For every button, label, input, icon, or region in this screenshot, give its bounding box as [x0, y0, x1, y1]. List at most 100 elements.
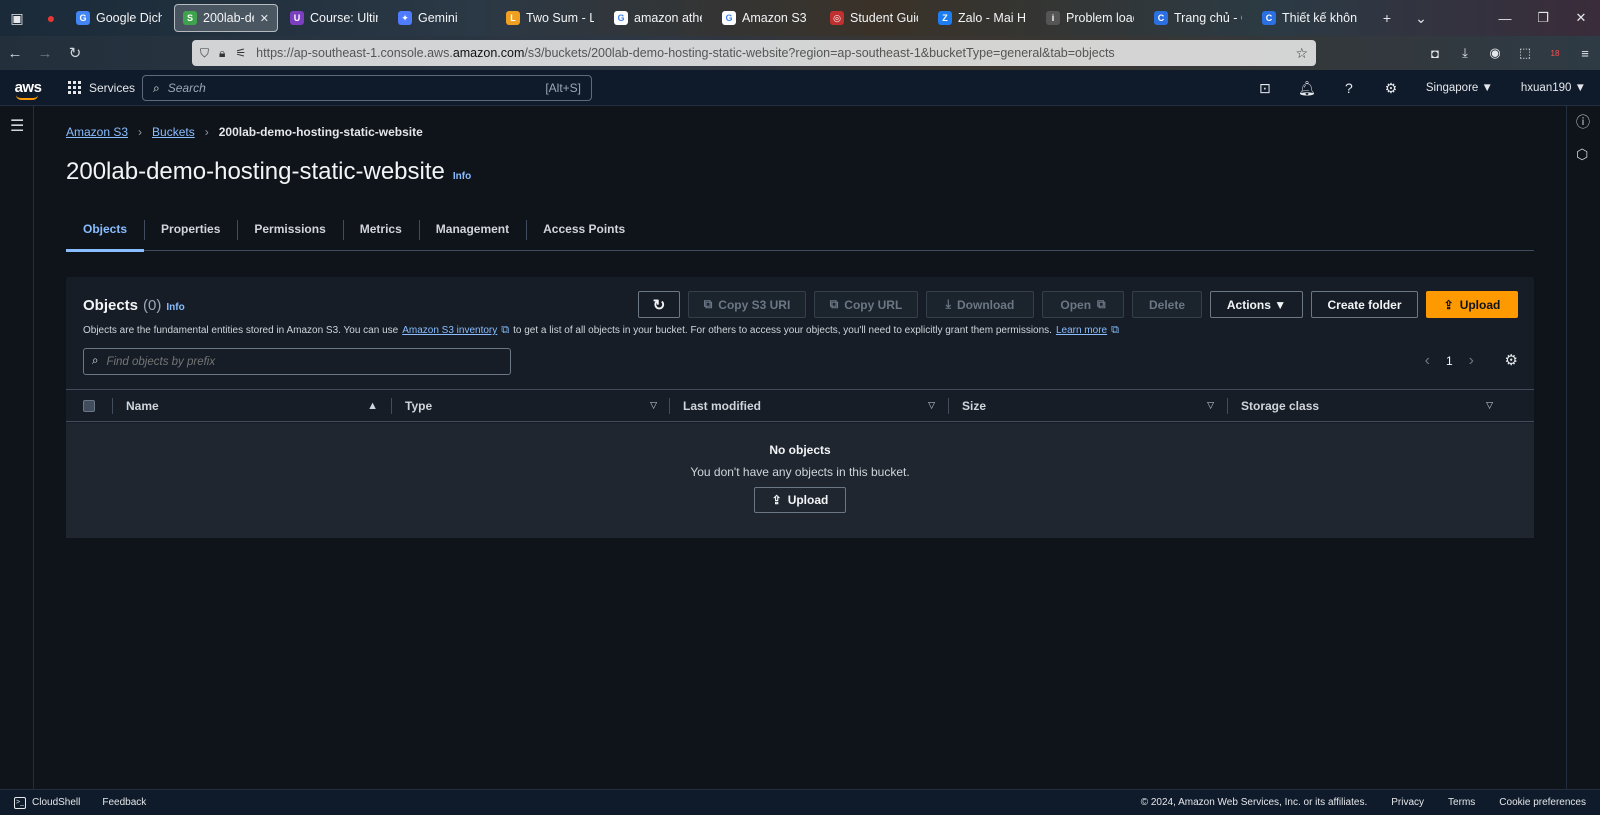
lock-icon[interactable]: 🔒︎: [219, 46, 225, 61]
browser-tab[interactable]: i Problem load: [1038, 4, 1142, 32]
delete-button[interactable]: Delete: [1132, 291, 1202, 318]
tab-overflow-icon[interactable]: ⌄: [1404, 0, 1438, 36]
new-tab-icon[interactable]: +: [1370, 0, 1404, 36]
actions-dropdown[interactable]: Actions ▼: [1210, 291, 1303, 318]
restore-icon[interactable]: ❐: [1524, 10, 1562, 26]
objects-table-header: Name ▲ Type ▽ Last modified ▽ Size ▽ Sto…: [66, 389, 1534, 422]
browser-tab[interactable]: ✦ Gemini: [390, 4, 494, 32]
terms-link[interactable]: Terms: [1448, 797, 1475, 808]
breadcrumb-amazon-s3[interactable]: Amazon S3: [66, 125, 128, 139]
tab-access-points[interactable]: Access Points: [526, 208, 642, 250]
objects-info-link[interactable]: Info: [166, 302, 184, 313]
privacy-link[interactable]: Privacy: [1391, 797, 1424, 808]
info-panel-icon[interactable]: ⓘ: [1576, 112, 1590, 132]
browser-tab[interactable]: ◎ Student Guid: [822, 4, 926, 32]
tab-objects[interactable]: Objects: [66, 208, 145, 252]
account-menu[interactable]: hxuan190 ▼: [1507, 82, 1600, 94]
downloads-icon[interactable]: ⤓: [1450, 45, 1480, 61]
upload-button[interactable]: ⇪ Upload: [1426, 291, 1518, 318]
empty-upload-button[interactable]: ⇪ Upload: [754, 487, 846, 513]
learn-more-link[interactable]: Learn more: [1056, 325, 1107, 336]
tab-title: Two Sum - Le: [526, 11, 594, 25]
url-text[interactable]: https://ap-southeast-1.console.aws.amazo…: [256, 46, 1295, 60]
aws-logo[interactable]: aws: [0, 79, 56, 100]
settings-gear-icon[interactable]: ⚙: [1370, 80, 1412, 97]
close-tab-icon[interactable]: ✕: [260, 12, 269, 25]
permissions-icon[interactable]: ⚟: [235, 46, 246, 60]
account-icon[interactable]: ◉: [1480, 45, 1510, 61]
s3-inventory-link[interactable]: Amazon S3 inventory: [402, 325, 497, 336]
copy-url-button[interactable]: ⧉ Copy URL: [814, 291, 918, 318]
bookmark-star-icon[interactable]: ☆: [1295, 45, 1308, 62]
copyright-text: © 2024, Amazon Web Services, Inc. or its…: [1140, 797, 1368, 808]
browser-tab[interactable]: Gamazon athe: [606, 4, 710, 32]
breadcrumb-buckets[interactable]: Buckets: [152, 125, 195, 139]
tab-title: Zalo - Mai Ho: [958, 11, 1026, 25]
aws-search-input[interactable]: ⌕ Search [Alt+S]: [142, 75, 592, 101]
find-objects-input[interactable]: [106, 355, 487, 368]
region-selector[interactable]: Singapore ▼: [1412, 82, 1507, 94]
shield-icon[interactable]: ⛉: [200, 46, 209, 61]
pocket-icon[interactable]: ◘: [1420, 46, 1450, 61]
browser-tab[interactable]: G Amazon S3 h: [714, 4, 818, 32]
close-window-icon[interactable]: ✕: [1562, 10, 1600, 26]
sort-icon: ▽: [1486, 400, 1493, 410]
col-header-type[interactable]: Type ▽: [391, 390, 667, 421]
current-page-number[interactable]: 1: [1446, 354, 1453, 368]
page-info-link[interactable]: Info: [453, 171, 471, 182]
forward-icon[interactable]: →: [30, 45, 60, 62]
feature-icon[interactable]: ⬡: [1576, 146, 1588, 163]
tab-favicon-icon: C: [1262, 11, 1276, 25]
col-header-last-modified[interactable]: Last modified ▽: [669, 390, 945, 421]
next-page-icon[interactable]: ›: [1469, 352, 1474, 370]
services-menu[interactable]: Services: [68, 81, 135, 95]
browser-tab[interactable]: S 200lab-dem ✕: [174, 4, 278, 32]
table-preferences-gear-icon[interactable]: ⚙: [1505, 351, 1518, 369]
right-tools-rail: ⓘ ⬡: [1566, 106, 1600, 789]
reload-icon[interactable]: ↻: [60, 44, 90, 62]
open-button[interactable]: Open ⧉: [1042, 291, 1124, 318]
extensions-icon[interactable]: ⬚: [1510, 45, 1540, 61]
download-button[interactable]: ⤓ Download: [926, 291, 1034, 318]
tab-favicon-icon: G: [76, 11, 90, 25]
sort-icon: ▽: [650, 400, 657, 410]
col-header-name[interactable]: Name ▲: [112, 390, 388, 421]
hamburger-menu-icon[interactable]: ☰: [10, 116, 24, 136]
browser-tab[interactable]: C Trang chủ - C: [1146, 4, 1250, 32]
search-icon: ⌕: [92, 355, 99, 367]
copy-s3-uri-button[interactable]: ⧉ Copy S3 URI: [688, 291, 806, 318]
desc-text-middle: to get a list of all objects in your buc…: [513, 325, 1052, 336]
col-header-size[interactable]: Size ▽: [948, 390, 1224, 421]
create-folder-button[interactable]: Create folder: [1311, 291, 1418, 318]
feedback-link[interactable]: Feedback: [102, 797, 146, 808]
browser-tab[interactable]: L Two Sum - Le: [498, 4, 602, 32]
tab-list-icon[interactable]: ▣: [0, 0, 34, 36]
browser-tab[interactable]: C Thiết kế khôn: [1254, 4, 1366, 32]
help-icon[interactable]: ?: [1328, 80, 1370, 96]
cloudshell-link[interactable]: >_ CloudShell: [14, 796, 80, 809]
select-all-checkbox[interactable]: [83, 399, 95, 412]
url-bar[interactable]: ⛉ 🔒︎ ⚟ https://ap-southeast-1.console.aw…: [192, 40, 1316, 66]
tab-title: amazon athe: [634, 11, 702, 25]
prev-page-icon[interactable]: ‹: [1425, 352, 1430, 370]
download-icon: ⤓: [945, 297, 951, 311]
menu-icon[interactable]: ≡: [1570, 46, 1600, 61]
media-playing-icon[interactable]: ●: [34, 0, 68, 36]
browser-tab[interactable]: Z Zalo - Mai Ho: [930, 4, 1034, 32]
objects-count: (0): [143, 297, 162, 314]
refresh-button[interactable]: ↻: [638, 291, 680, 318]
tab-metrics[interactable]: Metrics: [342, 208, 419, 250]
col-header-storage-class[interactable]: Storage class ▽: [1227, 390, 1503, 421]
browser-tab[interactable]: G Google Dịch: [68, 4, 170, 32]
tab-management[interactable]: Management: [418, 208, 526, 250]
tab-permissions[interactable]: Permissions: [237, 208, 342, 250]
back-icon[interactable]: ←: [0, 45, 30, 62]
cookie-preferences-link[interactable]: Cookie preferences: [1499, 797, 1586, 808]
tab-favicon-icon: S: [183, 11, 197, 25]
tab-properties[interactable]: Properties: [144, 208, 237, 250]
minimize-icon[interactable]: —: [1486, 11, 1524, 26]
cloudshell-icon[interactable]: ⊡: [1244, 80, 1286, 97]
browser-tab[interactable]: U Course: Ultim: [282, 4, 386, 32]
notifications-bell-icon[interactable]: 🔔︎: [1286, 80, 1328, 97]
extension-badge[interactable]: 18: [1540, 49, 1570, 58]
